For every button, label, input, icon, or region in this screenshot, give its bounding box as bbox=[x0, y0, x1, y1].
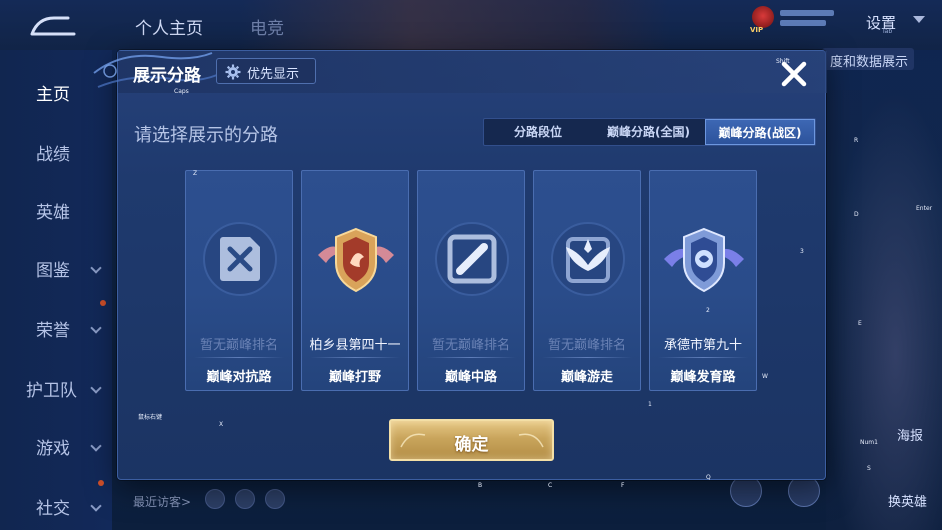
lane-card-farm[interactable]: 承德市第九十 巅峰发育路 bbox=[649, 170, 757, 391]
sidebar-item-social[interactable]: 社交 bbox=[0, 486, 112, 526]
avatar bbox=[752, 6, 774, 28]
key-hint-label: W bbox=[762, 373, 768, 380]
chevron-down-icon bbox=[90, 440, 102, 452]
vip-profile-chip[interactable]: VIP bbox=[748, 6, 840, 36]
header-artwork bbox=[240, 0, 670, 50]
recent-visitors-link[interactable]: 最近访客> bbox=[133, 493, 191, 510]
key-hint-label: 3 bbox=[800, 248, 804, 255]
tab-profile[interactable]: 个人主页 bbox=[135, 14, 203, 39]
sidebar: 主页 战绩 英雄 图鉴 荣誉 护卫队 游戏 社交 bbox=[0, 50, 112, 530]
visitor-avatar[interactable] bbox=[205, 489, 225, 509]
lane-name: 巅峰发育路 bbox=[670, 370, 736, 385]
lane-display-dialog: 展示分路 优先显示 请选择展示的分路 分路段位 巅峰分路(全国) 巅峰分路(战区… bbox=[93, 50, 827, 480]
key-hint-label: Caps bbox=[174, 88, 189, 95]
divider bbox=[658, 357, 748, 358]
sidebar-item-label: 主页 bbox=[36, 85, 70, 105]
tab-lane-rank[interactable]: 分路段位 bbox=[484, 119, 592, 145]
tab-peak-lane-national[interactable]: 巅峰分路(全国) bbox=[592, 119, 705, 145]
lane-rank-text: 暂无巅峰排名 bbox=[547, 338, 626, 353]
visitor-avatar[interactable] bbox=[235, 489, 255, 509]
sidebar-item-label: 社交 bbox=[36, 499, 70, 519]
vip-info-line bbox=[780, 20, 826, 26]
lane-rank-text: 承德市第九十 bbox=[663, 338, 742, 353]
farm-lane-badge-icon bbox=[664, 227, 744, 293]
jungle-badge-icon bbox=[318, 227, 394, 293]
key-hint-label: E bbox=[858, 320, 862, 327]
chevron-down-icon bbox=[90, 262, 102, 274]
settings-key-hint: Tab bbox=[882, 28, 893, 35]
divider bbox=[194, 357, 284, 358]
key-hint-label: F bbox=[621, 482, 625, 489]
data-display-button[interactable]: 度和数据展示 bbox=[822, 48, 914, 70]
lane-name: 巅峰中路 bbox=[444, 370, 497, 385]
priority-display-button[interactable]: 优先显示 bbox=[216, 58, 316, 84]
gear-icon bbox=[225, 64, 241, 80]
key-hint-label: C bbox=[548, 482, 553, 489]
sidebar-item-label: 英雄 bbox=[36, 203, 70, 223]
key-hint-label: Shift bbox=[776, 58, 790, 65]
divider bbox=[310, 357, 400, 358]
lane-card-clash[interactable]: 暂无巅峰排名 巅峰对抗路 bbox=[185, 170, 293, 391]
key-hint-label: 鼠标右键 bbox=[138, 414, 163, 421]
sidebar-item-guard-team[interactable]: 护卫队 bbox=[0, 368, 112, 408]
key-hint-label: S bbox=[867, 465, 871, 472]
lane-card-roam[interactable]: 暂无巅峰排名 巅峰游走 bbox=[533, 170, 641, 391]
lane-name: 巅峰游走 bbox=[560, 370, 613, 385]
sidebar-item-honor[interactable]: 荣誉 bbox=[0, 308, 112, 348]
notification-dot bbox=[100, 300, 106, 306]
key-hint-label: Q bbox=[706, 474, 711, 481]
sidebar-item-label: 荣誉 bbox=[36, 321, 70, 341]
divider bbox=[426, 357, 516, 358]
sidebar-item-heroes[interactable]: 英雄 bbox=[0, 190, 112, 230]
lane-rank-text: 暂无巅峰排名 bbox=[199, 338, 278, 353]
priority-display-label: 优先显示 bbox=[247, 67, 300, 82]
vip-badge: VIP bbox=[750, 26, 764, 34]
divider bbox=[542, 357, 632, 358]
lane-card-jungle[interactable]: 柏乡县第四十一 巅峰打野 bbox=[301, 170, 409, 391]
vip-info-line bbox=[780, 10, 834, 16]
hero-artwork bbox=[826, 90, 942, 530]
poster-button[interactable]: 海报 bbox=[897, 425, 923, 444]
chevron-down-icon[interactable] bbox=[913, 16, 925, 23]
lane-rank-text: 柏乡县第四十一 bbox=[309, 338, 401, 353]
lane-name: 巅峰打野 bbox=[328, 370, 381, 385]
key-hint-label: Z bbox=[193, 170, 198, 177]
clash-lane-icon bbox=[203, 222, 277, 296]
lane-rank-text: 暂无巅峰排名 bbox=[431, 338, 510, 353]
sidebar-item-gallery[interactable]: 图鉴 bbox=[0, 248, 112, 288]
sidebar-item-record[interactable]: 战绩 bbox=[0, 132, 112, 172]
chevron-down-icon bbox=[90, 322, 102, 334]
sidebar-item-label: 护卫队 bbox=[26, 381, 77, 401]
key-hint-label: X bbox=[219, 421, 224, 428]
roam-wings-icon bbox=[551, 222, 625, 296]
confirm-button[interactable]: 确定 bbox=[389, 419, 554, 461]
chevron-down-icon bbox=[90, 500, 102, 512]
key-hint-label: Num1 bbox=[860, 439, 878, 446]
key-hint-label: B bbox=[478, 482, 483, 489]
sidebar-item-label: 战绩 bbox=[36, 145, 70, 165]
sidebar-item-label: 游戏 bbox=[36, 439, 70, 459]
notification-dot bbox=[98, 480, 104, 486]
lane-name: 巅峰对抗路 bbox=[206, 370, 272, 385]
chevron-down-icon bbox=[90, 382, 102, 394]
switch-hero-button[interactable]: 换英雄 bbox=[888, 491, 927, 510]
dialog-title: 展示分路 bbox=[133, 66, 201, 86]
key-hint-label: Enter bbox=[916, 205, 933, 212]
visitor-avatar[interactable] bbox=[265, 489, 285, 509]
mid-lane-icon bbox=[435, 222, 509, 296]
key-hint-label: 2 bbox=[706, 307, 710, 314]
key-hint-label: D bbox=[854, 211, 859, 218]
key-hint-label: 1 bbox=[648, 401, 652, 408]
confirm-label: 确定 bbox=[454, 435, 489, 455]
key-hint-label: R bbox=[854, 137, 859, 144]
sidebar-item-label: 图鉴 bbox=[36, 261, 70, 281]
data-display-label: 度和数据展示 bbox=[830, 55, 909, 70]
sidebar-item-games[interactable]: 游戏 bbox=[0, 426, 112, 466]
back-arrow-icon[interactable] bbox=[28, 14, 78, 40]
lane-card-mid[interactable]: 暂无巅峰排名 巅峰中路 bbox=[417, 170, 525, 391]
tab-esports[interactable]: 电竞 bbox=[250, 14, 284, 39]
dialog-subtitle: 请选择展示的分路 bbox=[134, 125, 278, 146]
tab-peak-lane-region[interactable]: 巅峰分路(战区) bbox=[705, 119, 815, 145]
lane-mode-tabs: 分路段位 巅峰分路(全国) 巅峰分路(战区) bbox=[483, 118, 816, 146]
